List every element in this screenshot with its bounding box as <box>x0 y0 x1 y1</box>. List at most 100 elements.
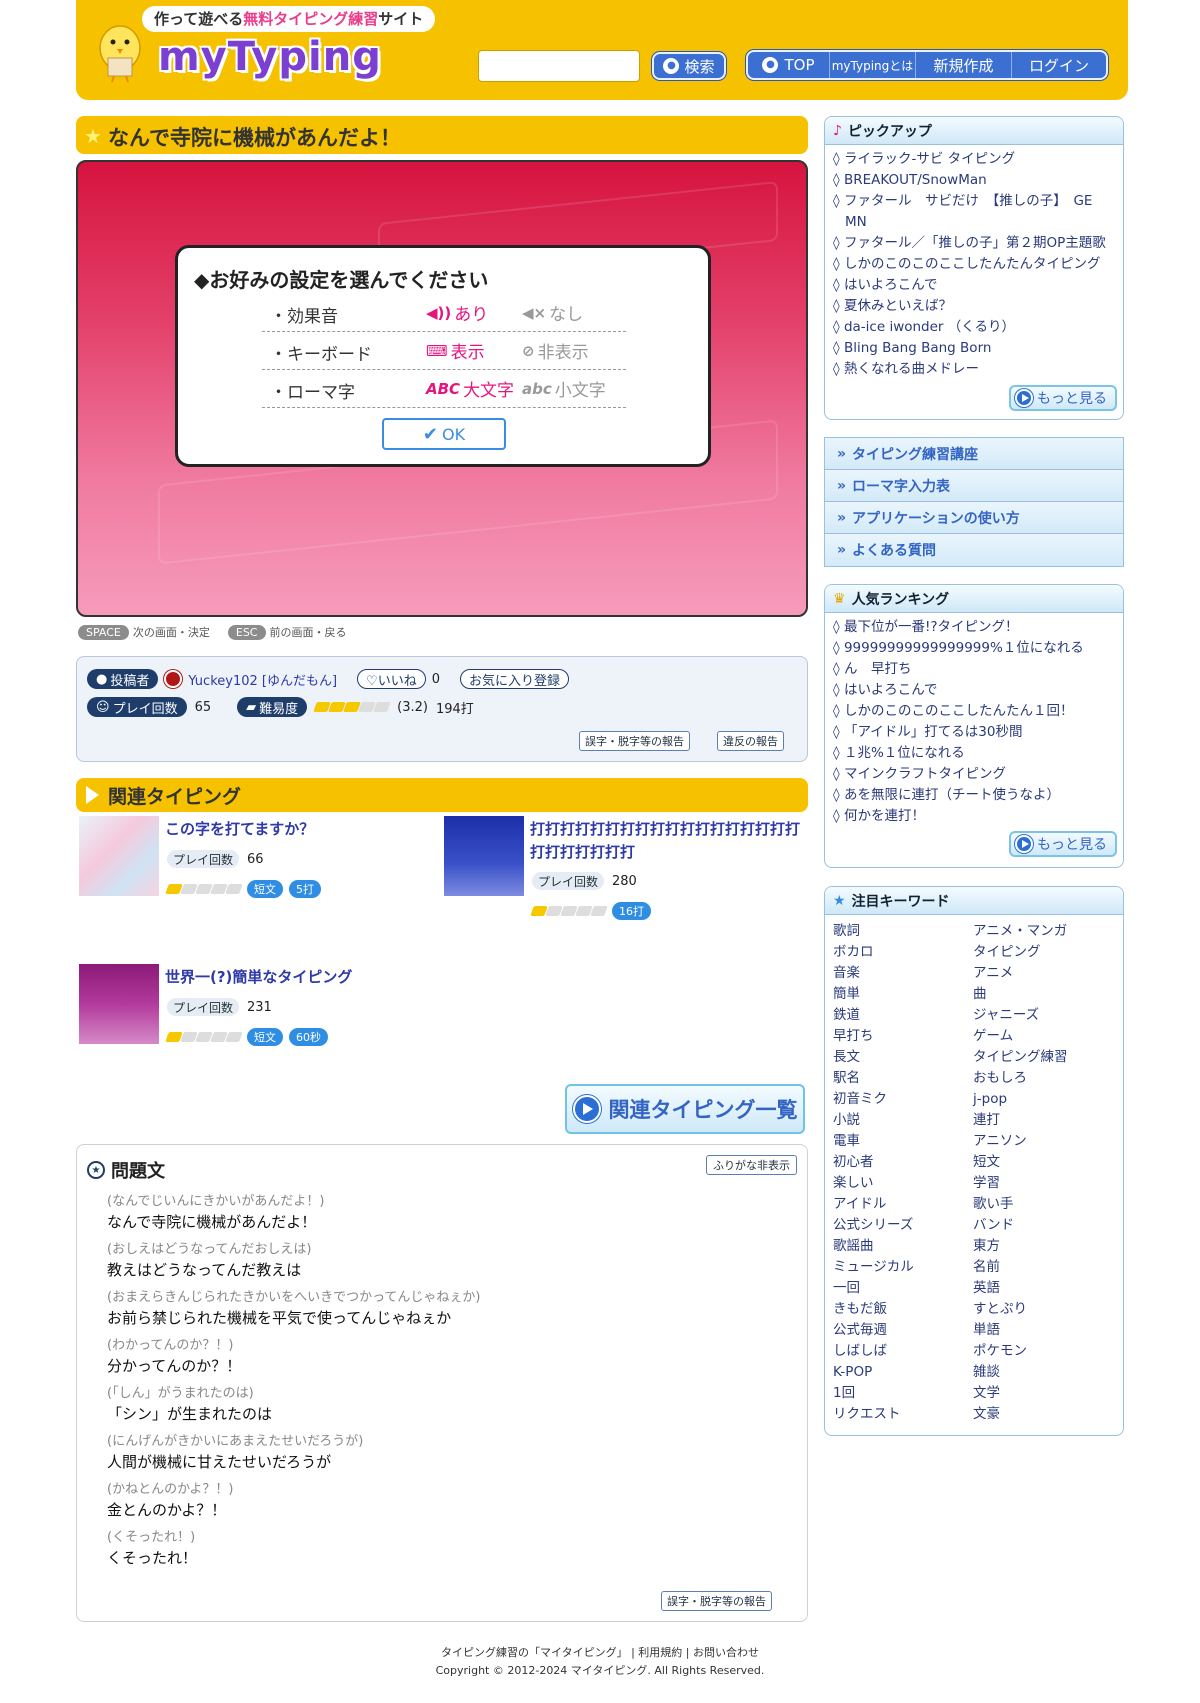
keyword-link[interactable]: 名前 <box>973 1257 1113 1278</box>
related-item[interactable]: この字を打てますか？ プレイ回数 66 短文 5打 <box>79 816 419 916</box>
keyword-link[interactable]: すとぷり <box>973 1299 1113 1320</box>
poster-name-link[interactable]: Yuckey102 [ゆんだもん] <box>188 670 337 689</box>
report-violation-button[interactable]: 違反の報告 <box>717 731 784 751</box>
link-faq[interactable]: » よくある質問 <box>825 534 1123 566</box>
pickup-link-continued[interactable]: MN <box>833 212 1115 233</box>
keyword-link[interactable]: 歌い手 <box>973 1194 1113 1215</box>
romaji-upper-option[interactable]: ABC 大文字 <box>426 376 514 402</box>
keyword-link[interactable]: K-POP <box>833 1362 973 1383</box>
nav-top[interactable]: ● TOP <box>748 52 830 78</box>
keystroke-tag[interactable]: 5打 <box>289 880 321 898</box>
pickup-link[interactable]: ◊ 夏休みといえば？ <box>833 296 1115 317</box>
keyword-link[interactable]: 音楽 <box>833 963 973 984</box>
pickup-link[interactable]: ◊ しかのこのこのここしたんたんタイピング <box>833 254 1115 275</box>
chick-mascot-icon[interactable] <box>94 18 146 84</box>
keyword-link[interactable]: 駅名 <box>833 1068 973 1089</box>
keyword-link[interactable]: 1回 <box>833 1383 973 1404</box>
keyword-link[interactable]: 一回 <box>833 1278 973 1299</box>
keyword-link[interactable]: 鉄道 <box>833 1005 973 1026</box>
keyword-link[interactable]: おもしろ <box>973 1068 1113 1089</box>
keyword-link[interactable]: アイドル <box>833 1194 973 1215</box>
keyword-link[interactable]: ジャニーズ <box>973 1005 1113 1026</box>
keyword-link[interactable]: 単語 <box>973 1320 1113 1341</box>
keyword-link[interactable]: 公式毎週 <box>833 1320 973 1341</box>
search-button[interactable]: ● 検索 <box>652 52 726 80</box>
link-app-usage[interactable]: » アプリケーションの使い方 <box>825 502 1123 534</box>
category-tag[interactable]: 短文 <box>247 880 283 898</box>
keyword-link[interactable]: 電車 <box>833 1131 973 1152</box>
link-typing-course[interactable]: » タイピング練習講座 <box>825 438 1123 470</box>
ok-button[interactable]: ✔ OK <box>382 418 506 450</box>
ranking-link[interactable]: ◊ マインクラフトタイピング <box>833 764 1115 785</box>
keyword-link[interactable]: 小説 <box>833 1110 973 1131</box>
ranking-more-button[interactable]: もっと見る <box>1009 831 1117 857</box>
keyword-link[interactable]: リクエスト <box>833 1404 973 1425</box>
ranking-link[interactable]: ◊ ん 早打ち <box>833 659 1115 680</box>
keyword-link[interactable]: 雑談 <box>973 1362 1113 1383</box>
keyword-link[interactable]: タイピング <box>973 942 1113 963</box>
nav-login[interactable]: ログイン <box>1012 52 1106 78</box>
related-thumbnail[interactable] <box>79 964 159 1044</box>
keyword-link[interactable]: j-pop <box>973 1089 1113 1110</box>
nav-about[interactable]: myTypingとは <box>830 52 916 78</box>
keyword-link[interactable]: 簡単 <box>833 984 973 1005</box>
ranking-link[interactable]: ◊ しかのこのこのここしたんたん１回！ <box>833 701 1115 722</box>
search-input[interactable] <box>478 50 640 82</box>
category-tag[interactable]: 短文 <box>247 1028 283 1046</box>
ranking-link[interactable]: ◊ はいよろこんで <box>833 680 1115 701</box>
keyword-link[interactable]: ゲーム <box>973 1026 1113 1047</box>
keyword-link[interactable]: 東方 <box>973 1236 1113 1257</box>
pickup-link[interactable]: ◊ ファタール サビだけ 【推しの子】 GE <box>833 191 1115 212</box>
ranking-link[interactable]: ◊ １兆%１位になれる <box>833 743 1115 764</box>
furigana-toggle-button[interactable]: ふりがな非表示 <box>706 1155 797 1175</box>
keyword-link[interactable]: 英語 <box>973 1278 1113 1299</box>
keyword-link[interactable]: 連打 <box>973 1110 1113 1131</box>
related-thumbnail[interactable] <box>444 816 524 896</box>
ranking-link[interactable]: ◊ 最下位が一番!?タイピング！ <box>833 617 1115 638</box>
keyword-link[interactable]: きもだ飯 <box>833 1299 973 1320</box>
romaji-lower-option[interactable]: abc 小文字 <box>522 376 606 402</box>
pickup-link[interactable]: ◊ 熱くなれる曲メドレー <box>833 359 1115 380</box>
keyword-link[interactable]: 長文 <box>833 1047 973 1068</box>
related-thumbnail[interactable] <box>79 816 159 896</box>
keyword-link[interactable]: ミュージカル <box>833 1257 973 1278</box>
keyboard-show-option[interactable]: ⌨ 表示 <box>426 338 485 364</box>
keyword-link[interactable]: 初心者 <box>833 1152 973 1173</box>
pickup-link[interactable]: ◊ はいよろこんで <box>833 275 1115 296</box>
ranking-link[interactable]: ◊ 「アイドル」打てるは30秒間 <box>833 722 1115 743</box>
site-logo[interactable]: myTyping <box>158 34 382 80</box>
report-typo-button[interactable]: 誤字・脱字等の報告 <box>661 1591 772 1611</box>
sound-on-option[interactable]: ◀)) あり <box>426 300 488 326</box>
pickup-link[interactable]: ◊ ライラック-サビ タイピング <box>833 149 1115 170</box>
keyword-link[interactable]: アニメ <box>973 963 1113 984</box>
ranking-link[interactable]: ◊ あを無限に連打（チート使うなよ） <box>833 785 1115 806</box>
keystroke-tag[interactable]: 16打 <box>612 902 651 920</box>
related-title-link[interactable]: 打打打打打打打打打打打打打打打打打打打打打打打打打 <box>530 818 800 864</box>
keyword-link[interactable]: バンド <box>973 1215 1113 1236</box>
related-title-link[interactable]: この字を打てますか？ <box>165 818 314 841</box>
favorite-button[interactable]: お気に入り登録 <box>459 669 569 689</box>
report-typo-button[interactable]: 誤字・脱字等の報告 <box>579 731 690 751</box>
keyword-link[interactable]: 公式シリーズ <box>833 1215 973 1236</box>
related-title-link[interactable]: 世界一(?)簡単なタイピング <box>165 966 352 989</box>
game-area[interactable]: ◆お好みの設定を選んでください ・効果音 ◀)) あり ◀× なし ・キーボード ⌨… <box>76 160 808 617</box>
nav-create[interactable]: 新規作成 <box>916 52 1012 78</box>
keyword-link[interactable]: アニメ・マンガ <box>973 921 1113 942</box>
pickup-link[interactable]: ◊ da-ice iwonder （くるり） <box>833 317 1115 338</box>
keyword-link[interactable]: 楽しい <box>833 1173 973 1194</box>
keyword-link[interactable]: 歌謡曲 <box>833 1236 973 1257</box>
related-item[interactable]: 打打打打打打打打打打打打打打打打打打打打打打打打打 プレイ回数 280 16打 <box>444 816 808 926</box>
keyword-link[interactable]: アニソン <box>973 1131 1113 1152</box>
keyword-link[interactable]: 文豪 <box>973 1404 1113 1425</box>
keyword-link[interactable]: 歌詞 <box>833 921 973 942</box>
keyboard-hide-option[interactable]: ⊘ 非表示 <box>522 338 589 364</box>
link-romaji-table[interactable]: » ローマ字入力表 <box>825 470 1123 502</box>
keyword-link[interactable]: ボカロ <box>833 942 973 963</box>
related-item[interactable]: 世界一(?)簡単なタイピング プレイ回数 231 短文 60秒 <box>79 964 419 1064</box>
keyword-link[interactable]: 初音ミク <box>833 1089 973 1110</box>
keyword-link[interactable]: 短文 <box>973 1152 1113 1173</box>
keyword-link[interactable]: しばしば <box>833 1341 973 1362</box>
related-list-button[interactable]: 関連タイピング一覧 <box>565 1084 805 1134</box>
pickup-link[interactable]: ◊ BREAKOUT/SnowMan <box>833 170 1115 191</box>
pickup-link[interactable]: ◊ ファタール／「推しの子」第２期OP主題歌 <box>833 233 1115 254</box>
